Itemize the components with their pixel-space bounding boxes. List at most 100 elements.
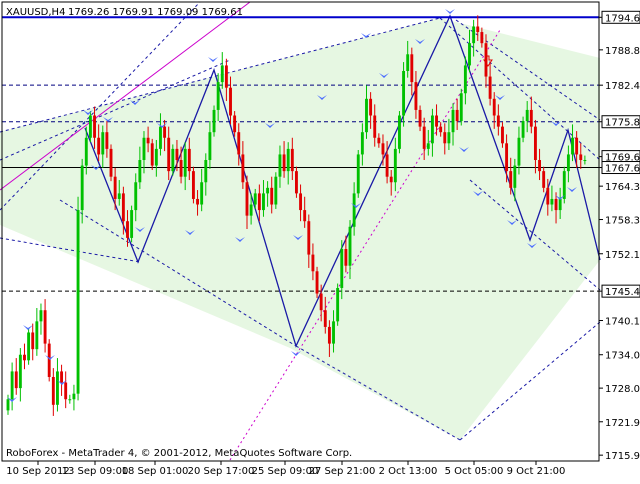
candle-body [562,171,566,199]
candle-body [183,148,187,177]
candle-body [418,109,422,127]
y-tick-label: 1734.00 [605,351,640,362]
candle-body [51,376,55,405]
candle-body [179,160,183,177]
candle-body [47,343,51,377]
candle-body [262,193,265,211]
candle-body [257,193,261,211]
x-tick-label: 20 Sep 17:00 [188,466,255,477]
candle-body [443,132,447,144]
candle-body [31,332,35,350]
candle-body [6,399,10,411]
candle-body [303,210,307,222]
candle-body [398,115,401,149]
candle-body [513,165,517,188]
candle-body [369,98,373,116]
y-tick-label: 1788.80 [605,46,640,57]
candle-body [579,154,583,161]
candle-body [154,148,158,166]
chart-canvas[interactable]: 1794.651788.801782.451775.881769.611767.… [0,0,640,480]
candle-body [377,137,381,144]
candle-body [109,148,113,177]
x-tick-label: 2 Oct 13:00 [379,466,438,477]
candle-body [583,160,587,162]
candle-body [163,126,167,138]
candle-body [56,371,59,405]
candle-body [286,148,290,172]
candle-body [237,132,241,155]
candle-body [290,148,294,172]
candle-body [14,371,18,389]
candle-body [167,137,171,172]
candle-body [60,371,64,383]
candle-body [117,193,121,199]
candle-body [373,115,377,138]
candle-body [142,137,146,161]
candle-body [319,293,323,311]
y-tick-label: 1794.65 [605,13,640,24]
candle-body [430,115,434,144]
candle-body [249,204,253,216]
candle-body [43,310,47,344]
candle-body [501,126,504,144]
candle-body [315,271,319,294]
candle-body [426,143,430,149]
candle-body [187,148,191,172]
candle-body [402,70,406,116]
candle-body [336,287,340,322]
candle-body [245,182,249,216]
candle-body [566,154,570,172]
candle-body [542,171,546,188]
candle [562,166,566,204]
y-tick-label: 1740.15 [605,317,640,328]
candle-body [435,115,438,127]
candle-body [533,126,537,161]
y-tick-label: 1775.88 [605,118,640,129]
candle-body [84,137,88,166]
candle-body [282,154,286,172]
candle-body [393,148,397,183]
chart-ohlc: 1769.26 1769.91 1769.09 1769.61 [68,7,243,18]
candle-body [352,193,356,227]
candle-body [332,321,335,344]
y-tick-label: 1728.00 [605,384,640,395]
x-tick-label: 18 Sep 01:00 [122,466,189,477]
candle-body [323,310,327,327]
candle [459,88,463,126]
candle-body [126,221,129,238]
candle-body [138,160,142,183]
candle-body [39,310,43,322]
candle-body [23,354,26,361]
candle-body [224,65,228,88]
candle-body [455,109,459,122]
candle-body [344,249,348,266]
candle [130,205,134,243]
candle-body [93,115,96,138]
candle [212,105,216,137]
y-tick-label: 1721.95 [605,418,640,429]
x-tick-label: 5 Oct 05:00 [445,466,504,477]
candle [88,111,92,143]
y-tick-label: 1782.45 [605,81,640,92]
candle-body [299,193,303,211]
chart-footer: RoboForex - MetaTrader 4, © 2001-2012, M… [6,448,352,459]
candle-body [451,109,455,133]
candle-body [101,132,105,155]
candle-body [191,171,195,199]
candle-body [121,193,125,222]
candle-body [492,98,496,116]
y-tick-label: 1752.15 [605,250,640,261]
candle-body [529,109,533,127]
candle-body [459,93,463,122]
candle-body [381,143,385,155]
candle-body [558,198,562,211]
candle [315,266,319,298]
candle-body [196,198,199,205]
candle-body [274,176,278,205]
candle-body [505,143,509,172]
candle-body [311,254,315,272]
candle-body [356,154,360,194]
candle-body [340,249,344,288]
price-chart[interactable]: 1794.651788.801782.451775.881769.611767.… [0,0,640,480]
y-tick-label: 1715.95 [605,451,640,462]
